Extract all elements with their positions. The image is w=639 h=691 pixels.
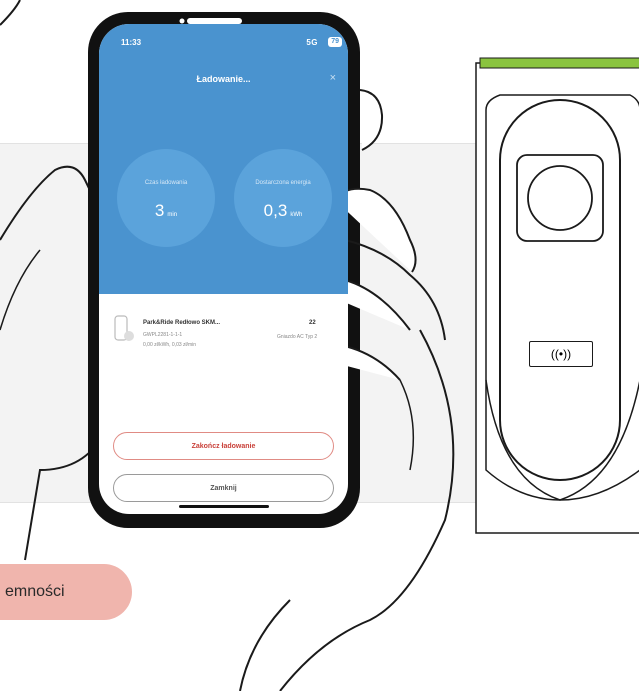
charging-time-number: 3 [154,201,165,220]
rfid-icon: ((•)) [550,347,572,361]
station-name: Park&Ride Redłowo SKM... [143,320,221,326]
energy-number: 0,3 [263,201,288,220]
energy-value: 0,3 kWh [234,201,332,221]
phone-screen: 11:33 5G 79 Ładowanie... × Czas ładowani… [99,24,348,514]
energy-label: Dostarczona energia [255,180,311,186]
signal-icon: 5G [306,38,318,47]
energy-card: Dostarczona energia 0,3 kWh [234,149,332,247]
charging-station-icon [114,315,134,341]
charging-time-card: Czas ładowania 3 min [117,149,215,247]
charging-time-unit: min [167,212,178,218]
screen-title: Ładowanie... [196,74,251,84]
station-power: 22 [309,320,316,326]
status-time: 11:33 [121,38,142,47]
battery-icon: 79 [328,37,342,47]
connector-type: Gniazdo AC Typ 2 [277,334,318,340]
station-id: GWPL2281-1-1-1 [143,332,183,338]
close-button[interactable]: Zamknij [113,474,334,502]
charging-time-value: 3 min [117,201,215,221]
energy-unit: kWh [290,212,303,218]
rfid-reader: ((•)) [529,341,593,367]
station-price: 0,00 zł/kWh, 0,03 zł/min [143,342,197,348]
end-charging-button[interactable]: Zakończ ładowanie [113,432,334,460]
status-bar: 11:33 5G 79 [99,37,348,52]
charging-time-label: Czas ładowania [144,180,188,186]
close-icon[interactable]: × [330,72,336,84]
home-indicator [179,505,269,508]
